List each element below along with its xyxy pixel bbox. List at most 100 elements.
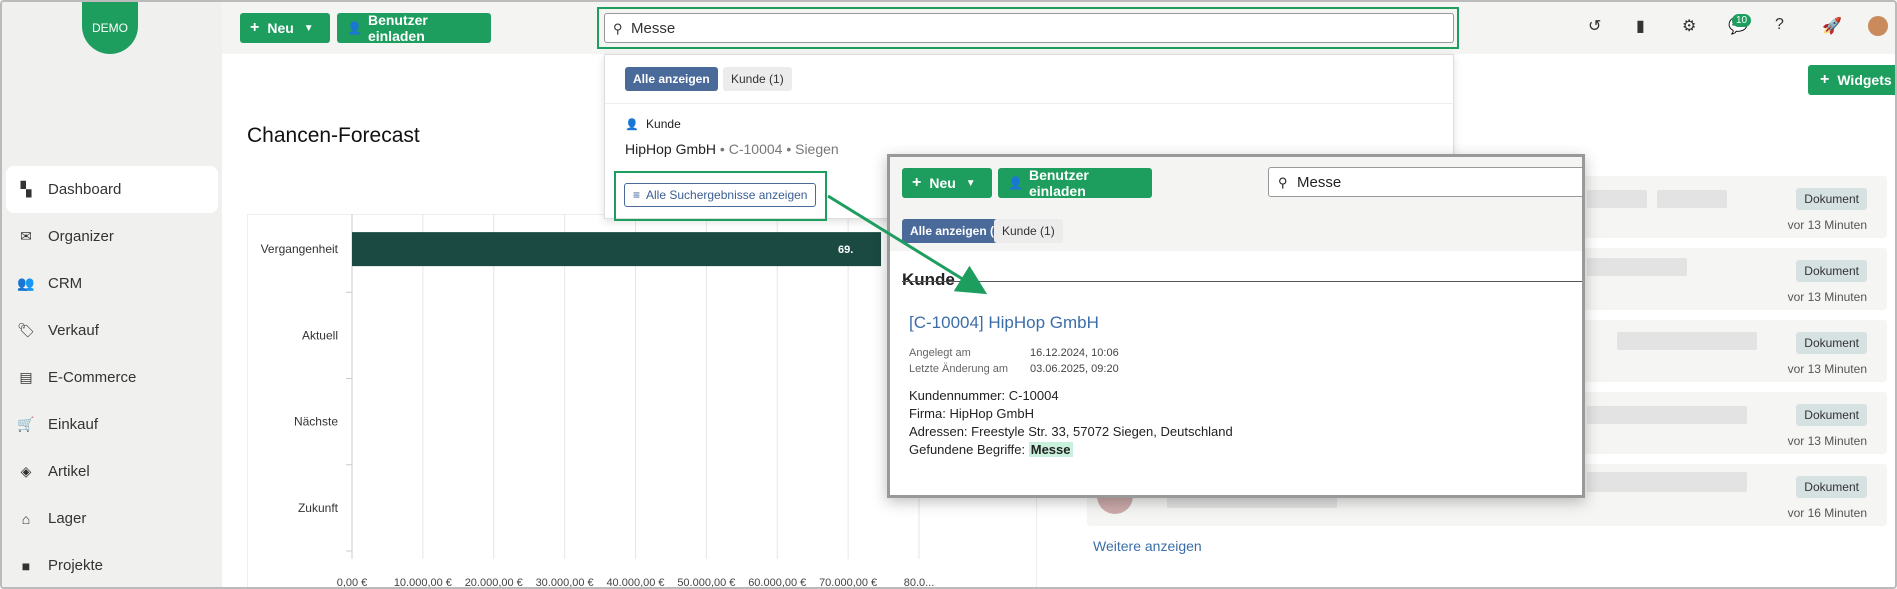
- timestamp: vor 13 Minuten: [1787, 362, 1867, 376]
- category-label: Aktuell: [302, 328, 338, 342]
- sidebar-item-artikel[interactable]: ◈ Artikel: [6, 448, 218, 495]
- sidebar-item-verkauf[interactable]: 🏷 Verkauf: [6, 307, 218, 354]
- invite-user-button[interactable]: 👤 Benutzer einladen: [337, 12, 491, 44]
- box-icon: ◈: [20, 463, 32, 479]
- category-label: Zukunft: [298, 501, 339, 515]
- status-badge: Dokument: [1796, 188, 1867, 210]
- x-tick-label: 60.000,00 €: [748, 577, 806, 589]
- x-tick-label: 50.000,00 €: [677, 577, 735, 589]
- result-category: 👤 Kunde: [625, 117, 681, 131]
- list-icon: ≡: [633, 188, 641, 202]
- app-window: DEMO ▚ Dashboard ✉ Organizer 👥 CRM 🏷 Ver…: [0, 0, 1897, 589]
- sidebar: DEMO ▚ Dashboard ✉ Organizer 👥 CRM 🏷 Ver…: [2, 2, 222, 587]
- divider: [902, 281, 1582, 282]
- filter-chip-kunde[interactable]: Kunde (1): [994, 219, 1063, 243]
- created-label: Angelegt am: [909, 347, 971, 359]
- logo[interactable]: DEMO: [82, 2, 138, 54]
- sidebar-item-projekte[interactable]: ■ Projekte: [6, 542, 218, 587]
- gear-icon[interactable]: ⚙: [1682, 16, 1696, 36]
- blurred-content: [1587, 406, 1747, 424]
- x-tick-label: 80.0...: [904, 577, 935, 589]
- timestamp: vor 13 Minuten: [1787, 434, 1867, 448]
- category-label: Nächste: [294, 415, 338, 429]
- x-tick-label: 30.000,00 €: [536, 577, 594, 589]
- section-heading: Kunde: [902, 270, 955, 289]
- chevron-down-icon: ▼: [965, 177, 976, 189]
- search-result-item[interactable]: HipHop GmbH • C-10004 • Siegen: [625, 141, 839, 157]
- timestamp: vor 16 Minuten: [1787, 506, 1867, 520]
- changed-value: 03.06.2025, 09:20: [1030, 363, 1119, 375]
- address: Adressen: Freestyle Str. 33, 57072 Siege…: [909, 424, 1233, 439]
- search-icon: ⚲: [613, 21, 623, 36]
- show-more-link[interactable]: Weitere anzeigen: [1093, 538, 1202, 554]
- cart-icon: 🛒: [17, 416, 35, 432]
- sidebar-item-organizer[interactable]: ✉ Organizer: [6, 213, 218, 260]
- customer-link[interactable]: [C-10004] HipHop GmbH: [909, 313, 1099, 333]
- blurred-content: [1587, 472, 1747, 492]
- x-tick-label: 10.000,00 €: [394, 577, 452, 589]
- warehouse-icon: ⌂: [21, 510, 31, 527]
- invite-user-button[interactable]: 👤 Benutzer einladen: [998, 167, 1152, 199]
- chevron-down-icon: ▼: [303, 22, 314, 34]
- sidebar-item-lager[interactable]: ⌂ Lager: [6, 495, 218, 542]
- status-badge: Dokument: [1796, 332, 1867, 354]
- sidebar-item-label: Projekte: [48, 557, 104, 574]
- store-icon: ▤: [19, 369, 33, 385]
- new-button[interactable]: + Neu ▼: [240, 13, 330, 43]
- x-tick-label: 0,00 €: [337, 577, 368, 589]
- page-title: Chancen-Forecast: [247, 124, 420, 147]
- blurred-content: [1587, 190, 1647, 208]
- new-button[interactable]: + Neu ▼: [902, 168, 992, 198]
- sidebar-item-ecommerce[interactable]: ▤ E-Commerce: [6, 354, 218, 401]
- sidebar-item-label: Dashboard: [48, 181, 122, 198]
- sidebar-item-dashboard[interactable]: ▚ Dashboard: [6, 166, 218, 213]
- created-value: 16.12.2024, 10:06: [1030, 347, 1119, 359]
- briefcase-icon: ■: [21, 557, 31, 574]
- search-results-page-inset: + Neu ▼ 👤 Benutzer einladen ⚲ Messe Alle…: [887, 154, 1585, 498]
- rocket-icon[interactable]: 🚀: [1822, 16, 1842, 36]
- data-label: 69.: [838, 244, 853, 256]
- x-tick-label: 70.000,00 €: [819, 577, 877, 589]
- sidebar-item-crm[interactable]: 👥 CRM: [6, 260, 218, 307]
- blurred-content: [1657, 190, 1727, 208]
- changed-label: Letzte Änderung am: [909, 363, 1009, 375]
- customer-number: Kundennummer: C-10004: [909, 388, 1059, 403]
- status-badge: Dokument: [1796, 404, 1867, 426]
- highlighted-term: Messe: [1028, 442, 1073, 457]
- plus-icon: +: [250, 19, 260, 36]
- tag-icon: 🏷: [17, 322, 35, 338]
- help-icon[interactable]: ?: [1775, 16, 1784, 34]
- found-terms: Gefundene Begriffe: Messe: [909, 442, 1073, 457]
- plus-icon: +: [1820, 71, 1830, 88]
- sidebar-item-label: E-Commerce: [48, 369, 137, 386]
- widgets-button[interactable]: + Widgets: [1808, 65, 1895, 95]
- sidebar-item-label: CRM: [48, 275, 83, 292]
- search-input[interactable]: ⚲ Messe: [604, 13, 1454, 43]
- sidebar-item-einkauf[interactable]: 🛒 Einkauf: [6, 401, 218, 448]
- search-icon: ⚲: [1278, 175, 1288, 190]
- sidebar-item-label: Verkauf: [48, 322, 99, 339]
- history-icon[interactable]: ↺: [1588, 16, 1601, 36]
- sidebar-item-label: Einkauf: [48, 416, 99, 433]
- avatar[interactable]: [1868, 16, 1888, 36]
- timestamp: vor 13 Minuten: [1787, 218, 1867, 232]
- sidebar-item-label: Organizer: [48, 228, 114, 245]
- plus-icon: +: [912, 174, 922, 191]
- status-badge: Dokument: [1796, 260, 1867, 282]
- filter-chip-all[interactable]: Alle anzeigen: [625, 67, 718, 91]
- sidebar-item-label: Artikel: [48, 463, 90, 480]
- add-user-icon: 👤: [347, 21, 362, 35]
- filter-chip-kunde[interactable]: Kunde (1): [723, 67, 792, 91]
- sidebar-nav: ▚ Dashboard ✉ Organizer 👥 CRM 🏷 Verkauf …: [6, 166, 218, 587]
- all-results-button[interactable]: ≡ Alle Suchergebnisse anzeigen: [624, 183, 817, 207]
- mail-icon: ✉: [20, 228, 32, 244]
- timestamp: vor 13 Minuten: [1787, 290, 1867, 304]
- customer-icon: 👤: [625, 119, 639, 131]
- add-user-icon: 👤: [1008, 176, 1023, 190]
- x-tick-label: 20.000,00 €: [465, 577, 523, 589]
- bookmark-icon[interactable]: ▮: [1636, 16, 1645, 36]
- bar: [352, 232, 882, 267]
- notification-badge: 10: [1732, 14, 1752, 27]
- sidebar-item-label: Lager: [48, 510, 87, 527]
- search-input[interactable]: ⚲ Messe: [1268, 167, 1582, 197]
